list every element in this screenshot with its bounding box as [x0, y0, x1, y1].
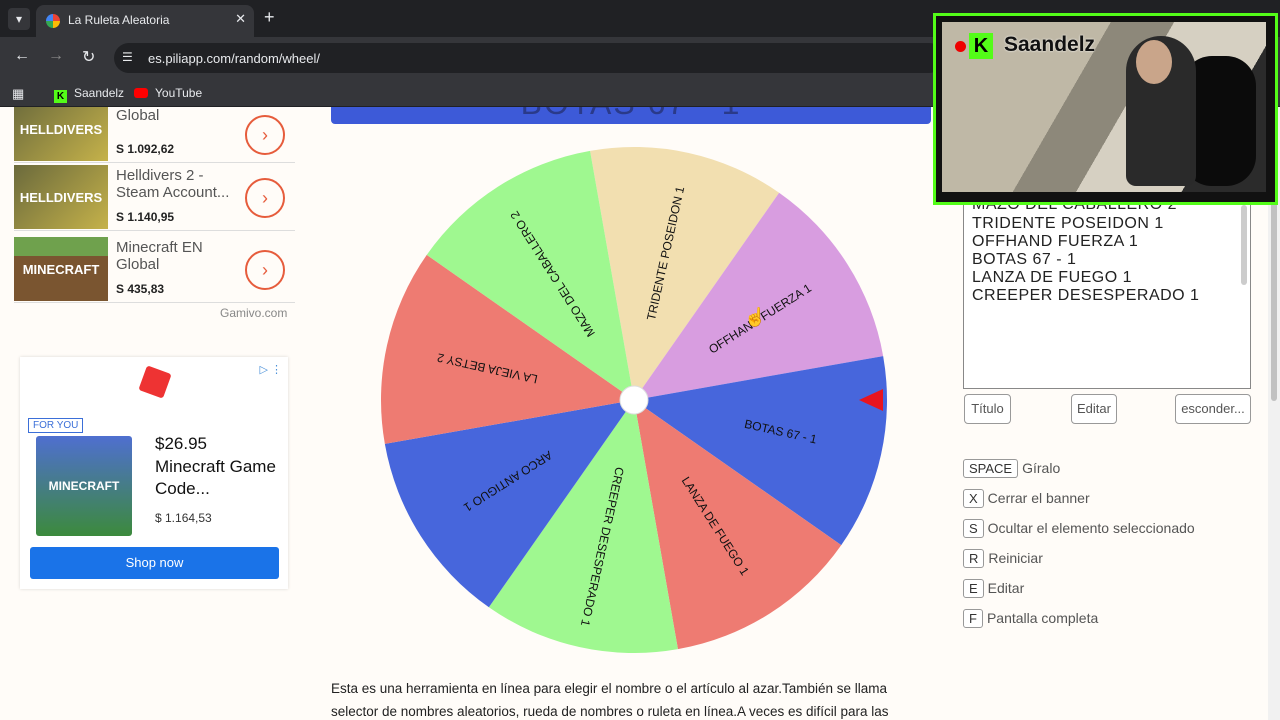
webcam-overlay: K Saandelz [933, 13, 1278, 205]
shop-now-button[interactable]: Shop now [30, 547, 279, 579]
url-input[interactable]: ☰ es.piliapp.com/random/wheel/ [114, 43, 944, 73]
tab-active[interactable]: La Ruleta Aleatoria ✕ [36, 5, 254, 37]
description-text: Esta es una herramienta en línea para el… [331, 681, 889, 719]
ad-price: $26.95 [155, 434, 207, 453]
shortcut-key: SPACE [963, 459, 1019, 478]
bookmark-label: Saandelz [74, 86, 125, 100]
product-thumbnail: HELLDIVERS [14, 165, 108, 229]
shortcut-label: Editar [987, 580, 1025, 596]
product-thumbnail: MINECRAFT [14, 237, 108, 301]
site-favicon-icon [46, 14, 60, 28]
product-item[interactable]: HELLDIVERS Helldivers 2 - Steam Account.… [14, 165, 295, 231]
ad-product-name: Minecraft Game Code... [155, 457, 276, 498]
forward-arrow-icon[interactable]: → [48, 47, 64, 65]
chevron-right-icon[interactable]: › [245, 178, 285, 218]
hand-cursor-icon: ☝ [744, 307, 767, 327]
product-name: Minecraft EN Global [116, 239, 203, 273]
shortcut-s: S Ocultar el elemento seleccionado [963, 519, 1195, 538]
textarea-scrollbar[interactable] [1241, 205, 1247, 285]
title-button[interactable]: Título [964, 394, 1011, 424]
bookmark-label: YouTube [155, 86, 203, 100]
shortcut-key: E [963, 579, 984, 598]
product-name: Global [116, 107, 160, 124]
tab-search-button[interactable]: ▾ [8, 8, 30, 30]
ad-product-image: MINECRAFT [36, 436, 132, 536]
chevron-right-icon[interactable]: › [245, 115, 285, 155]
wheel-graphic[interactable]: TRIDENTE POSEIDON 1 OFFHAND FUERZA 1BOTAS… [376, 143, 892, 657]
reload-icon[interactable]: ↻ [82, 47, 95, 67]
wheel-result-header: BOTAS 67 - 1 [331, 107, 931, 124]
shortcut-label: Reiniciar [988, 550, 1043, 566]
ad-card[interactable]: MINECRAFT FOR YOU $26.95 Minecraft Game … [24, 414, 286, 540]
shortcut-x: X Cerrar el banner [963, 489, 1090, 508]
live-dot-icon [955, 41, 966, 52]
kick-logo-icon: K [969, 33, 993, 59]
entries-textarea[interactable]: MAZO DEL CABALLERO 2 TRIDENTE POSEIDON 1… [963, 196, 1251, 389]
apps-grid-icon[interactable]: ▦ [12, 86, 24, 102]
shortcut-space: SPACE Gíralo [963, 459, 1060, 478]
close-tab-icon[interactable]: ✕ [235, 11, 246, 27]
banner-ad[interactable]: ▷ ⋮ MINECRAFT FOR YOU $26.95 Minecraft G… [20, 357, 288, 589]
bookmark-youtube[interactable]: YouTube [134, 86, 202, 100]
entry-line: OFFHAND FUERZA 1 [972, 233, 1139, 250]
edit-button[interactable]: Editar [1071, 394, 1117, 424]
shortcut-key: F [963, 609, 983, 628]
hide-button[interactable]: esconder... [1175, 394, 1251, 424]
chevron-right-icon[interactable]: › [245, 250, 285, 290]
streamer-name: Saandelz [1004, 33, 1096, 56]
for-you-badge: FOR YOU [28, 418, 84, 433]
shortcut-key: S [963, 519, 984, 538]
product-price: S 1.140,95 [116, 210, 175, 224]
youtube-icon [134, 88, 148, 98]
url-text: es.piliapp.com/random/wheel/ [148, 51, 320, 66]
entry-line: LANZA DE FUEGO 1 [972, 269, 1133, 286]
streamer-face [1136, 40, 1172, 84]
kick-icon: K [54, 90, 67, 103]
shortcut-label: Gíralo [1022, 460, 1061, 476]
ad-source-link[interactable]: Gamivo.com [220, 306, 287, 320]
shortcut-label: Cerrar el banner [987, 490, 1090, 506]
product-item[interactable]: MINECRAFT Minecraft EN Global S 435,83 › [14, 237, 295, 303]
wheel-result-text: BOTAS 67 - 1 [331, 107, 931, 122]
entry-line: TRIDENTE POSEIDON 1 [972, 215, 1164, 232]
shortcut-key: X [963, 489, 984, 508]
wheel-center-hub[interactable] [619, 385, 649, 415]
product-item[interactable]: HELLDIVERS Global S 1.092,62 › [14, 107, 295, 163]
shortcut-r: R Reiniciar [963, 549, 1043, 568]
site-info-icon[interactable]: ☰ [122, 50, 133, 64]
entry-line: CREEPER DESESPERADO 1 [972, 287, 1200, 304]
tab-title: La Ruleta Aleatoria [68, 13, 170, 27]
shortcut-label: Ocultar el elemento seleccionado [987, 520, 1195, 536]
shortcut-label: Pantalla completa [986, 610, 1099, 626]
product-price: S 435,83 [116, 282, 165, 296]
ad-price-secondary: $ 1.164,53 [155, 511, 212, 525]
product-thumbnail: HELLDIVERS [14, 107, 108, 161]
ad-choices-icon[interactable]: ▷ ⋮ [259, 363, 282, 376]
back-arrow-icon[interactable]: ← [14, 47, 30, 65]
new-tab-icon[interactable]: + [264, 7, 275, 28]
ad-logo-icon [138, 365, 172, 399]
product-price: S 1.092,62 [116, 142, 175, 156]
entry-line: BOTAS 67 - 1 [972, 251, 1077, 268]
bookmark-saandelz[interactable]: K Saandelz [54, 86, 124, 103]
shortcut-e: E Editar [963, 579, 1024, 598]
spin-wheel[interactable]: TRIDENTE POSEIDON 1 OFFHAND FUERZA 1 BOTAS… [376, 143, 892, 657]
shortcut-f: F Pantalla completa [963, 609, 1098, 628]
shortcut-key: R [963, 549, 985, 568]
product-name: Helldivers 2 - Steam Account... [116, 167, 230, 201]
